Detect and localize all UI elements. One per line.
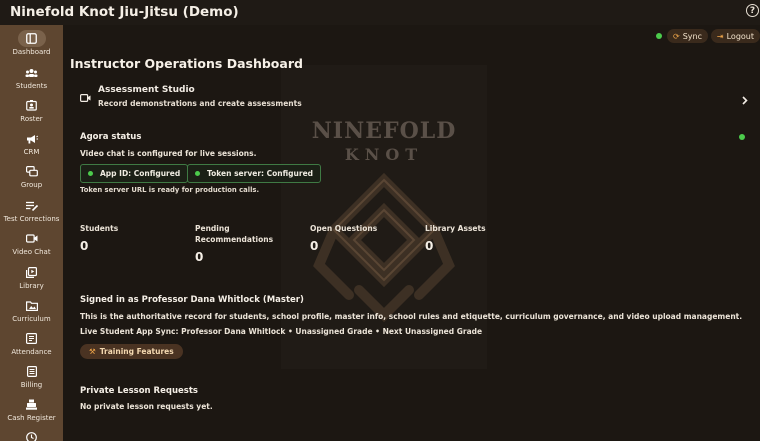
main-content: NINEFOLD KNOT ⟳ Sync ⇥ Logout Instructor… bbox=[63, 25, 760, 441]
megaphone-icon bbox=[26, 134, 38, 144]
chevron-right-icon bbox=[742, 90, 748, 109]
attendance-icon bbox=[26, 333, 37, 344]
clock-icon bbox=[26, 432, 37, 441]
student-app-sync-status: Live Student App Sync: Professor Dana Wh… bbox=[80, 327, 483, 336]
sidebar-item-label: Library bbox=[19, 282, 44, 290]
sidebar-item-label: Roster bbox=[20, 115, 43, 123]
billing-icon bbox=[26, 366, 37, 377]
stat-label: Open Questions bbox=[310, 224, 378, 233]
connection-status-dot bbox=[656, 33, 662, 39]
students-icon bbox=[25, 68, 38, 78]
sidebar-item-label: Students bbox=[15, 82, 48, 90]
video-icon bbox=[25, 234, 38, 243]
stat-pending-recommendations: Pending Recommendations 0 bbox=[195, 223, 285, 264]
sidebar: Dashboard Students Roster CRM Group Test… bbox=[0, 25, 63, 441]
agora-description: Video chat is configured for live sessio… bbox=[80, 149, 257, 158]
sidebar-item-billing[interactable]: Billing bbox=[0, 363, 63, 396]
sidebar-item-curriculum[interactable]: Curriculum bbox=[0, 297, 63, 330]
group-icon bbox=[25, 166, 38, 177]
app-title: Ninefold Knot Jiu-Jitsu (Demo) bbox=[10, 4, 239, 20]
sync-button[interactable]: ⟳ Sync bbox=[667, 29, 708, 43]
private-lessons-title: Private Lesson Requests bbox=[80, 386, 198, 396]
sidebar-item-library[interactable]: Library bbox=[0, 264, 63, 297]
signed-in-title: Signed in as Professor Dana Whitlock (Ma… bbox=[80, 295, 304, 305]
top-bar: Ninefold Knot Jiu-Jitsu (Demo) ? bbox=[0, 0, 760, 25]
dashboard-icon bbox=[26, 33, 37, 44]
training-features-label: Training Features bbox=[99, 347, 174, 356]
page-title: Instructor Operations Dashboard bbox=[70, 56, 303, 71]
list-edit-icon bbox=[25, 201, 38, 211]
stat-value: 0 bbox=[195, 250, 204, 264]
sidebar-item-label: Test Corrections bbox=[3, 215, 60, 223]
sync-icon: ⟳ bbox=[673, 31, 680, 41]
sidebar-item-label: Video Chat bbox=[12, 248, 51, 256]
cash-register-icon bbox=[26, 399, 37, 410]
sidebar-item-crm[interactable]: CRM bbox=[0, 130, 63, 163]
stat-label: Pending Recommendations bbox=[195, 224, 274, 244]
app-id-badge: App ID: Configured bbox=[80, 164, 189, 183]
training-features-icon: ⚒ bbox=[89, 347, 96, 356]
sidebar-item-cash-register[interactable]: Cash Register bbox=[0, 396, 63, 429]
logout-button[interactable]: ⇥ Logout bbox=[710, 29, 760, 43]
sidebar-item-group[interactable]: Group bbox=[0, 163, 63, 196]
curriculum-icon bbox=[25, 300, 38, 311]
token-server-note: Token server URL is ready for production… bbox=[80, 186, 260, 194]
training-features-button[interactable]: ⚒ Training Features bbox=[80, 344, 183, 359]
logout-button-label: Logout bbox=[726, 31, 754, 41]
studio-title: Assessment Studio bbox=[98, 85, 195, 95]
sidebar-item-label: Dashboard bbox=[12, 48, 51, 56]
agora-status-dot bbox=[739, 134, 745, 140]
sidebar-item-label: Curriculum bbox=[12, 315, 51, 323]
private-lessons-empty: No private lesson requests yet. bbox=[80, 402, 213, 411]
studio-subtitle: Record demonstrations and create assessm… bbox=[98, 99, 302, 108]
badge-status-dot bbox=[88, 171, 93, 176]
sidebar-item-attendance[interactable]: Attendance bbox=[0, 330, 63, 363]
signed-in-description: This is the authoritative record for stu… bbox=[80, 312, 743, 321]
camera-icon bbox=[80, 87, 91, 106]
stat-value: 0 bbox=[80, 239, 89, 253]
stat-value: 0 bbox=[425, 239, 434, 253]
sidebar-item-label: Group bbox=[20, 181, 43, 189]
watermark-line-1: NINEFOLD bbox=[311, 118, 457, 144]
assessment-studio-link[interactable]: Assessment Studio Record demonstrations … bbox=[80, 83, 748, 113]
badge-label: Token server: Configured bbox=[207, 169, 314, 178]
sync-button-label: Sync bbox=[682, 31, 702, 41]
sidebar-item-label: CRM bbox=[23, 148, 40, 156]
stat-value: 0 bbox=[310, 239, 319, 253]
stat-library-assets: Library Assets 0 bbox=[425, 223, 525, 253]
help-icon[interactable]: ? bbox=[746, 4, 759, 17]
badge-label: App ID: Configured bbox=[100, 169, 181, 178]
stat-label: Students bbox=[80, 224, 119, 233]
stat-students: Students 0 bbox=[80, 223, 180, 253]
sidebar-item-test-corrections[interactable]: Test Corrections bbox=[0, 197, 63, 230]
badge-status-dot bbox=[195, 171, 200, 176]
logout-icon: ⇥ bbox=[716, 31, 724, 41]
sidebar-item-roster[interactable]: Roster bbox=[0, 97, 63, 130]
token-server-badge: Token server: Configured bbox=[187, 164, 322, 183]
watermark-line-2: KNOT bbox=[344, 145, 424, 164]
sidebar-item-label: Cash Register bbox=[7, 414, 56, 422]
sidebar-item-video-chat[interactable]: Video Chat bbox=[0, 230, 63, 263]
stat-label: Library Assets bbox=[425, 224, 486, 233]
roster-icon bbox=[26, 100, 37, 111]
sidebar-item-label: Attendance bbox=[11, 348, 52, 356]
stat-open-questions: Open Questions 0 bbox=[310, 223, 410, 253]
sidebar-item-dashboard[interactable]: Dashboard bbox=[0, 30, 63, 63]
sidebar-item-more[interactable] bbox=[0, 429, 63, 441]
sidebar-item-label: Billing bbox=[20, 381, 43, 389]
library-icon bbox=[26, 267, 37, 278]
sidebar-item-students[interactable]: Students bbox=[0, 64, 63, 97]
agora-status-title: Agora status bbox=[80, 132, 142, 142]
